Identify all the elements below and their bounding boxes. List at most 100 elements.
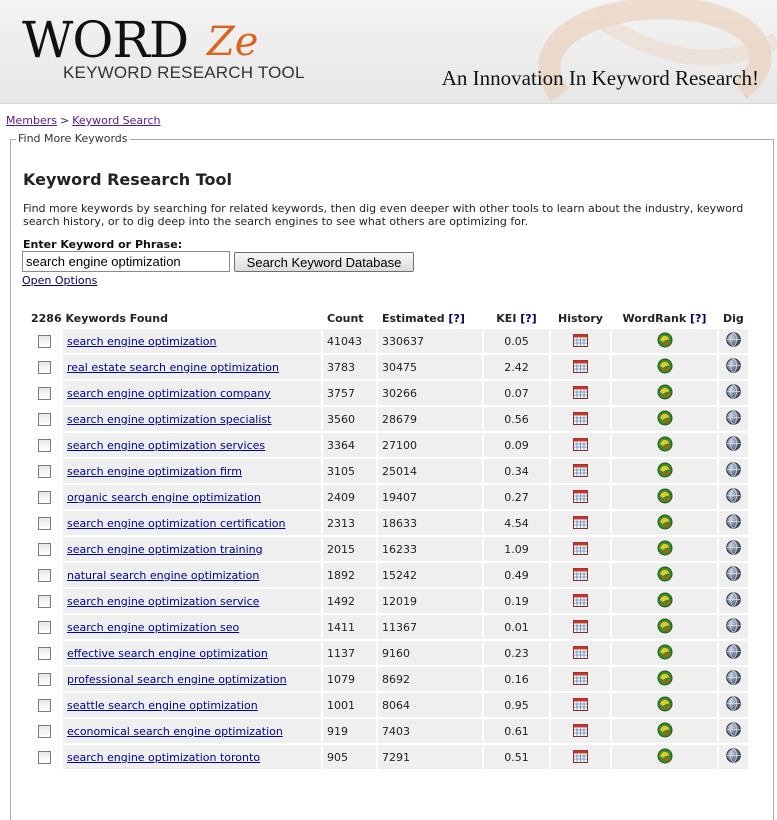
row-checkbox[interactable] xyxy=(37,334,51,348)
row-checkbox[interactable] xyxy=(37,646,51,660)
breadcrumb-members-link[interactable]: Members xyxy=(6,114,57,127)
search-keyword-database-button[interactable]: Search Keyword Database xyxy=(234,252,414,272)
breadcrumb-keyword-search-link[interactable]: Keyword Search xyxy=(72,114,160,127)
dig-globe-icon[interactable] xyxy=(726,540,741,558)
dig-globe-icon[interactable] xyxy=(726,722,741,740)
row-checkbox[interactable] xyxy=(37,620,51,634)
dig-globe-icon[interactable] xyxy=(726,332,741,350)
row-checkbox[interactable] xyxy=(37,594,51,608)
wordrank-globe-icon[interactable] xyxy=(657,644,673,663)
dig-globe-icon[interactable] xyxy=(726,410,741,428)
row-checkbox[interactable] xyxy=(37,698,51,712)
wordrank-globe-icon[interactable] xyxy=(657,488,673,507)
keyword-link[interactable]: seattle search engine optimization xyxy=(67,699,258,712)
dig-globe-icon[interactable] xyxy=(726,644,741,662)
history-cell xyxy=(551,511,610,535)
keyword-link[interactable]: real estate search engine optimization xyxy=(67,361,279,374)
dig-cell xyxy=(719,433,748,457)
wordrank-globe-icon[interactable] xyxy=(657,462,673,481)
row-select-cell xyxy=(27,433,61,457)
dig-globe-icon[interactable] xyxy=(726,488,741,506)
row-checkbox[interactable] xyxy=(37,464,51,478)
keyword-link[interactable]: search engine optimization firm xyxy=(67,465,242,478)
kei-help-link[interactable]: [?] xyxy=(520,312,536,325)
calendar-icon[interactable] xyxy=(573,437,588,454)
dig-globe-icon[interactable] xyxy=(726,462,741,480)
wordrank-globe-icon[interactable] xyxy=(657,566,673,585)
dig-globe-icon[interactable] xyxy=(726,358,741,376)
keyword-link[interactable]: natural search engine optimization xyxy=(67,569,259,582)
wordrank-globe-icon[interactable] xyxy=(657,592,673,611)
keyword-link[interactable]: search engine optimization toronto xyxy=(67,751,260,764)
row-checkbox[interactable] xyxy=(37,542,51,556)
row-checkbox[interactable] xyxy=(37,672,51,686)
keyword-link[interactable]: search engine optimization services xyxy=(67,439,265,452)
keyword-link[interactable]: search engine optimization service xyxy=(67,595,259,608)
row-checkbox[interactable] xyxy=(37,412,51,426)
open-options-link[interactable]: Open Options xyxy=(22,274,97,287)
keyword-link[interactable]: professional search engine optimization xyxy=(67,673,287,686)
calendar-icon[interactable] xyxy=(573,359,588,376)
keyword-link[interactable]: organic search engine optimization xyxy=(67,491,261,504)
wordrank-cell xyxy=(612,719,717,743)
calendar-icon[interactable] xyxy=(573,541,588,558)
dig-globe-icon[interactable] xyxy=(726,748,741,766)
wordrank-globe-icon[interactable] xyxy=(657,722,673,741)
calendar-icon[interactable] xyxy=(573,723,588,740)
estimated-cell: 15242 xyxy=(378,563,482,587)
dig-globe-icon[interactable] xyxy=(726,618,741,636)
dig-globe-icon[interactable] xyxy=(726,384,741,402)
wordrank-globe-icon[interactable] xyxy=(657,384,673,403)
calendar-icon[interactable] xyxy=(573,749,588,766)
calendar-icon[interactable] xyxy=(573,333,588,350)
row-checkbox[interactable] xyxy=(37,750,51,764)
keyword-link[interactable]: search engine optimization seo xyxy=(67,621,239,634)
calendar-icon[interactable] xyxy=(573,593,588,610)
calendar-icon[interactable] xyxy=(573,463,588,480)
row-checkbox[interactable] xyxy=(37,490,51,504)
dig-globe-icon[interactable] xyxy=(726,696,741,714)
row-checkbox[interactable] xyxy=(37,386,51,400)
row-checkbox[interactable] xyxy=(37,438,51,452)
keyword-link[interactable]: search engine optimization xyxy=(67,335,217,348)
calendar-icon[interactable] xyxy=(573,489,588,506)
row-checkbox[interactable] xyxy=(37,516,51,530)
row-select-cell xyxy=(27,381,61,405)
row-checkbox[interactable] xyxy=(37,360,51,374)
estimated-help-link[interactable]: [?] xyxy=(448,312,464,325)
dig-globe-icon[interactable] xyxy=(726,436,741,454)
dig-globe-icon[interactable] xyxy=(726,592,741,610)
calendar-icon[interactable] xyxy=(573,671,588,688)
calendar-icon[interactable] xyxy=(573,515,588,532)
wordrank-globe-icon[interactable] xyxy=(657,410,673,429)
calendar-icon[interactable] xyxy=(573,619,588,636)
calendar-icon[interactable] xyxy=(573,411,588,428)
keyword-link[interactable]: search engine optimization certification xyxy=(67,517,285,530)
wordrank-globe-icon[interactable] xyxy=(657,514,673,533)
wordrank-help-link[interactable]: [?] xyxy=(690,312,706,325)
wordrank-globe-icon[interactable] xyxy=(657,358,673,377)
calendar-icon[interactable] xyxy=(573,645,588,662)
keyword-search-input[interactable] xyxy=(22,251,230,272)
calendar-icon[interactable] xyxy=(573,385,588,402)
wordrank-globe-icon[interactable] xyxy=(657,670,673,689)
keyword-link[interactable]: effective search engine optimization xyxy=(67,647,268,660)
wordrank-globe-icon[interactable] xyxy=(657,332,673,351)
keyword-link[interactable]: search engine optimization training xyxy=(67,543,263,556)
dig-globe-icon[interactable] xyxy=(726,566,741,584)
wordrank-globe-icon[interactable] xyxy=(657,540,673,559)
row-checkbox[interactable] xyxy=(37,568,51,582)
row-checkbox[interactable] xyxy=(37,724,51,738)
keyword-link[interactable]: economical search engine optimization xyxy=(67,725,283,738)
wordrank-globe-icon[interactable] xyxy=(657,436,673,455)
wordrank-globe-icon[interactable] xyxy=(657,696,673,715)
keyword-link[interactable]: search engine optimization company xyxy=(67,387,271,400)
row-select-cell xyxy=(27,459,61,483)
calendar-icon[interactable] xyxy=(573,697,588,714)
keyword-link[interactable]: search engine optimization specialist xyxy=(67,413,271,426)
wordrank-globe-icon[interactable] xyxy=(657,748,673,767)
dig-globe-icon[interactable] xyxy=(726,514,741,532)
dig-globe-icon[interactable] xyxy=(726,670,741,688)
wordrank-globe-icon[interactable] xyxy=(657,618,673,637)
calendar-icon[interactable] xyxy=(573,567,588,584)
